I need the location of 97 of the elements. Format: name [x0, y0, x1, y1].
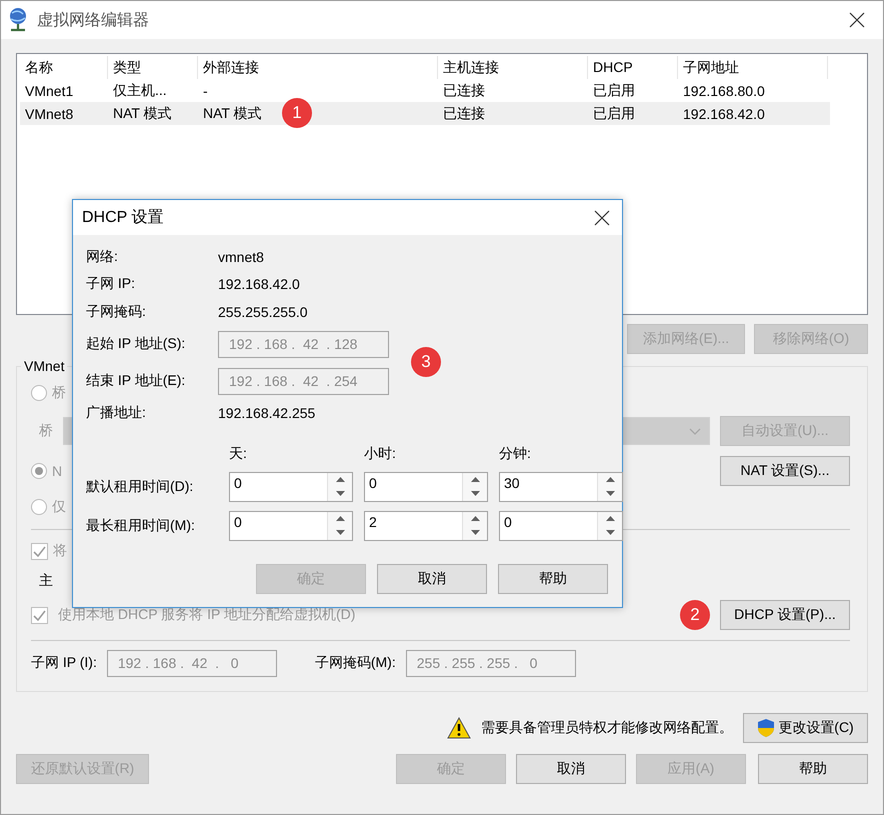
table-cell: 已启用 [593, 104, 635, 122]
column-header[interactable]: 外部连接 [198, 56, 438, 79]
warning-icon [447, 717, 471, 739]
column-header: 分钟: [499, 445, 532, 463]
spin-down-button[interactable] [328, 486, 352, 500]
field-value: 192.168.42.255 [218, 405, 316, 422]
table-cell: NAT 模式 [113, 104, 172, 122]
change-settings-button[interactable]: 更改设置(C) [743, 713, 868, 743]
column-header[interactable]: 名称 [20, 56, 108, 79]
down-arrow-icon [336, 530, 344, 535]
step-badge: 1 [282, 98, 312, 128]
field-value: 255.255.255.0 [218, 304, 309, 320]
dialog-button[interactable]: 帮助 [498, 564, 608, 594]
table-cell: 仅主机... [113, 82, 167, 100]
spin-field[interactable]: 0 [499, 510, 623, 540]
field-label: 结束 IP 地址(E): [86, 372, 186, 390]
field-label: 子网 IP (I): [31, 654, 97, 672]
table-cell: 已连接 [443, 104, 485, 122]
up-arrow-icon [606, 516, 614, 521]
step-badge: 2 [680, 600, 710, 630]
field-label: 子网掩码: [86, 302, 147, 321]
field-label: 最长租用时间(M): [86, 516, 196, 535]
column-header[interactable]: DHCP [588, 56, 678, 79]
column-header: 天: [229, 445, 248, 463]
radio-button[interactable] [31, 463, 47, 479]
spin-field[interactable]: 2 [364, 510, 488, 540]
dhcp-settings-button[interactable]: DHCP 设置(P)... [720, 600, 850, 630]
radio-label: 仅 [52, 498, 66, 516]
spin-up-button[interactable] [598, 512, 622, 526]
field-label: 广播地址: [86, 404, 147, 422]
spin-field[interactable]: 0 [364, 472, 488, 502]
radio-button[interactable] [31, 385, 47, 401]
down-arrow-icon [470, 530, 480, 535]
up-arrow-icon [470, 516, 480, 521]
field-label: 网络: [86, 248, 119, 266]
spin-down-button[interactable] [463, 526, 487, 540]
table-cell: NAT 模式 [203, 104, 262, 122]
down-arrow-icon [470, 491, 480, 496]
radio-label: 桥 [52, 384, 66, 402]
spin-field[interactable]: 30 [499, 472, 623, 502]
nat-settings-button[interactable]: NAT 设置(S)... [720, 456, 850, 486]
spin-down-button[interactable] [598, 486, 622, 500]
radio-button[interactable] [31, 499, 47, 515]
checkbox-label: 使用本地 DHCP 服务将 IP 地址分配给虚拟机(D) [58, 606, 356, 624]
checkbox-label: 将 [53, 542, 67, 560]
field-value: vmnet8 [218, 248, 265, 265]
up-arrow-icon [470, 477, 480, 482]
field-label: 主 [39, 572, 53, 590]
spin-down-button[interactable] [463, 486, 487, 500]
checkbox[interactable] [31, 606, 48, 624]
spin-down-button[interactable] [598, 526, 622, 540]
column-header[interactable]: 主机连接 [438, 56, 588, 79]
warning-text: 需要具备管理员特权才能修改网络配置。 [481, 719, 733, 737]
spin-up-button[interactable] [328, 472, 352, 486]
radio-label: N [52, 463, 62, 479]
field-label: 子网掩码(M): [314, 654, 396, 672]
spin-up-button[interactable] [463, 472, 487, 486]
table-cell: 192.168.42.0 [683, 106, 765, 122]
close-icon [594, 210, 610, 226]
dialog-button[interactable]: 帮助 [758, 754, 868, 784]
down-arrow-icon [606, 530, 614, 535]
chevron-icon [689, 428, 701, 434]
column-header[interactable]: 类型 [108, 56, 198, 79]
spin-down-button[interactable] [328, 526, 352, 540]
dialog-button[interactable]: 取消 [516, 754, 626, 784]
checkbox[interactable] [31, 542, 48, 560]
down-arrow-icon [336, 491, 344, 496]
spin-field[interactable]: 0 [229, 510, 353, 540]
step-badge: 3 [411, 346, 441, 376]
spin-up-button[interactable] [328, 512, 352, 526]
field-label: 子网 IP: [86, 275, 136, 294]
table-cell: 已连接 [443, 82, 485, 100]
table-cell: 192.168.80.0 [683, 82, 765, 98]
field-label: 默认租用时间(D): [86, 476, 194, 496]
field-label: 起始 IP 地址(S): [86, 335, 186, 353]
window-title: 虚拟网络编辑器 [37, 10, 150, 30]
down-arrow-icon [606, 491, 614, 496]
field-label: 桥 [39, 422, 53, 440]
table-cell: VMnet8 [25, 106, 74, 122]
up-arrow-icon [336, 477, 344, 482]
up-arrow-icon [336, 516, 344, 521]
table-cell: 已启用 [593, 82, 635, 100]
globe-network-icon [7, 7, 29, 33]
table-cell: - [203, 82, 208, 98]
close-icon [849, 12, 865, 28]
spin-up-button[interactable] [598, 472, 622, 486]
table-cell: VMnet1 [25, 82, 74, 98]
spin-field[interactable]: 0 [229, 472, 353, 502]
shield-icon [757, 718, 776, 738]
column-header: 小时: [364, 445, 397, 463]
dialog-button[interactable]: 取消 [377, 564, 487, 594]
column-header[interactable]: 子网地址 [678, 56, 828, 79]
dialog-title: DHCP 设置 [82, 208, 164, 228]
spin-up-button[interactable] [463, 512, 487, 526]
field-value: 192.168.42.0 [218, 276, 301, 292]
group-title: VMnet [23, 358, 66, 374]
up-arrow-icon [606, 477, 614, 482]
